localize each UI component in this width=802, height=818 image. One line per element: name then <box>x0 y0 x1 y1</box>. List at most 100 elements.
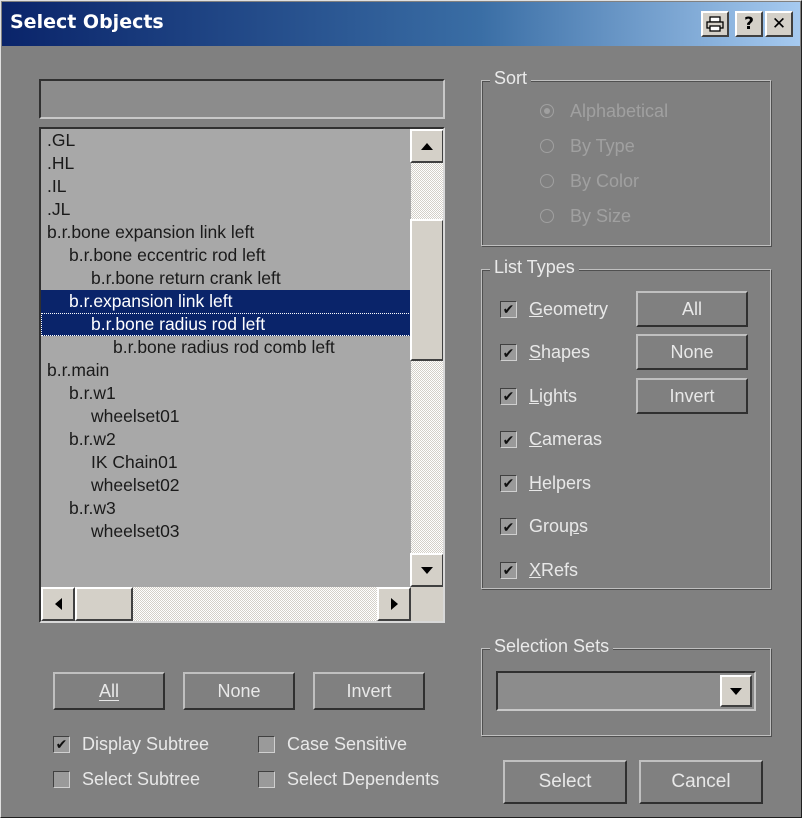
list-item[interactable]: b.r.bone expansion link left <box>41 221 411 244</box>
list-item[interactable]: b.r.w1 <box>41 382 411 405</box>
arrow-right-icon <box>390 598 398 610</box>
chevron-down-icon <box>730 687 742 695</box>
selection-sets-title: Selection Sets <box>490 636 614 657</box>
sort-by-color-radio[interactable]: By Color <box>540 169 639 193</box>
radio-circle <box>540 104 554 118</box>
case-sensitive-box <box>258 735 275 753</box>
list-types-invert-button[interactable]: Invert <box>636 378 748 414</box>
list-item[interactable]: b.r.bone radius rod comb left <box>41 336 411 359</box>
cancel-button[interactable]: Cancel <box>639 760 763 804</box>
scroll-up-button[interactable] <box>410 129 443 163</box>
checkbox-box: ✔ <box>500 561 517 579</box>
selection-sets-dropdown[interactable] <box>496 671 756 711</box>
list-type-label: Lights <box>529 385 578 406</box>
select-subtree-label: Select Subtree <box>82 768 201 789</box>
scroll-right-button[interactable] <box>377 587 411 621</box>
help-button[interactable]: ? <box>735 11 763 37</box>
list-item[interactable]: b.r.w3 <box>41 497 411 520</box>
case-sensitive-label: Case Sensitive <box>287 733 408 754</box>
arrow-down-icon <box>421 566 433 574</box>
checkbox-box: ✔ <box>500 474 517 492</box>
search-input[interactable] <box>39 79 445 119</box>
list-types-title: List Types <box>490 257 579 278</box>
select-button-label: Select <box>538 771 592 792</box>
list-item[interactable]: .JL <box>41 198 411 221</box>
select-invert-button[interactable]: Invert <box>313 672 425 710</box>
list-types-all-button[interactable]: All <box>636 291 748 327</box>
list-type-label: Cameras <box>529 429 603 449</box>
list-type-label: Helpers <box>529 472 592 493</box>
scroll-down-button[interactable] <box>410 553 443 587</box>
list-type-label: Shapes <box>529 342 591 362</box>
select-none-button[interactable]: None <box>183 672 295 710</box>
select-dependents-checkbox[interactable]: Select Dependents <box>258 766 439 792</box>
radio-circle <box>540 209 554 223</box>
list-type-cameras-checkbox[interactable]: ✔ Cameras <box>500 427 602 453</box>
help-icon: ? <box>744 13 754 34</box>
print-button[interactable] <box>701 11 729 37</box>
sort-by-color-label: By Color <box>570 170 640 191</box>
list-item[interactable]: wheelset02 <box>41 474 411 497</box>
scrollbar-corner <box>411 587 443 621</box>
object-list[interactable]: .GL .HL .IL .JL b.r.bone expansion link left… <box>39 127 445 623</box>
sort-group: Sort Alphabetical By Type By Color By Si… <box>481 68 771 246</box>
display-subtree-checkbox[interactable]: ✔ Display Subtree <box>53 731 209 757</box>
list-type-helpers-checkbox[interactable]: ✔ Helpers <box>500 470 591 496</box>
list-item[interactable]: b.r.bone return crank left <box>41 267 411 290</box>
list-types-invert-label: Invert <box>669 385 715 406</box>
list-item[interactable]: b.r.bone radius rod left <box>41 313 411 336</box>
radio-circle <box>540 174 554 188</box>
list-type-geometry-checkbox[interactable]: ✔ Geometry <box>500 296 608 322</box>
list-item[interactable]: b.r.bone eccentric rod left <box>41 244 411 267</box>
case-sensitive-checkbox[interactable]: Case Sensitive <box>258 731 407 757</box>
select-none-label: None <box>217 680 261 701</box>
list-types-none-button[interactable]: None <box>636 334 748 370</box>
list-item[interactable]: .GL <box>41 129 411 152</box>
list-item[interactable]: IK Chain01 <box>41 451 411 474</box>
printer-icon <box>706 16 724 32</box>
close-icon: ✕ <box>771 13 787 34</box>
list-type-shapes-checkbox[interactable]: ✔ Shapes <box>500 340 590 366</box>
select-all-button[interactable]: All <box>53 672 165 710</box>
radio-circle <box>540 139 554 153</box>
arrow-left-icon <box>54 598 62 610</box>
list-type-label: Groups <box>529 516 589 536</box>
list-item[interactable]: wheelset03 <box>41 520 411 543</box>
select-subtree-box <box>53 770 70 788</box>
select-subtree-checkbox[interactable]: Select Subtree <box>53 766 200 792</box>
dropdown-button[interactable] <box>720 675 752 707</box>
list-item[interactable]: .HL <box>41 152 411 175</box>
select-objects-dialog: Select Objects ? ✕ .GL .HL .IL .JL b.r.bone … <box>0 0 802 818</box>
list-type-groups-checkbox[interactable]: ✔ Groups <box>500 514 588 540</box>
list-type-xrefs-checkbox[interactable]: ✔ XRefs <box>500 557 578 583</box>
list-item[interactable]: b.r.w2 <box>41 428 411 451</box>
arrow-up-icon <box>421 142 433 150</box>
list-types-none-label: None <box>670 341 714 362</box>
sort-by-type-radio[interactable]: By Type <box>540 134 635 158</box>
list-item[interactable]: b.r.main <box>41 359 411 382</box>
object-list-items: .GL .HL .IL .JL b.r.bone expansion link left… <box>41 129 411 587</box>
checkbox-box: ✔ <box>500 431 517 448</box>
close-button[interactable]: ✕ <box>765 11 793 37</box>
list-types-all-label: All <box>681 298 702 319</box>
list-item[interactable]: .IL <box>41 175 411 198</box>
list-types-group: List Types ✔ Geometry ✔ Shapes ✔ Lights ✔ Camer… <box>481 257 771 589</box>
scroll-left-button[interactable] <box>41 587 75 621</box>
list-item[interactable]: wheelset01 <box>41 405 411 428</box>
sort-by-size-radio[interactable]: By Size <box>540 204 631 228</box>
list-type-label: Geometry <box>529 298 609 319</box>
sort-alphabetical-radio[interactable]: Alphabetical <box>540 99 668 123</box>
list-item[interactable]: b.r.expansion link left <box>41 290 411 313</box>
select-dependents-box <box>258 770 275 788</box>
list-type-lights-checkbox[interactable]: ✔ Lights <box>500 383 577 409</box>
checkbox-box: ✔ <box>500 387 517 405</box>
horizontal-scroll-thumb[interactable] <box>75 587 133 621</box>
vertical-scroll-thumb[interactable] <box>410 219 443 361</box>
select-invert-label: Invert <box>346 680 392 701</box>
checkbox-box: ✔ <box>500 518 517 535</box>
select-button[interactable]: Select <box>503 760 627 804</box>
sort-by-type-label: By Type <box>570 135 635 156</box>
sort-by-size-label: By Size <box>570 205 632 226</box>
selection-sets-group: Selection Sets <box>481 636 771 736</box>
title-bar[interactable]: Select Objects ? ✕ <box>2 2 800 46</box>
